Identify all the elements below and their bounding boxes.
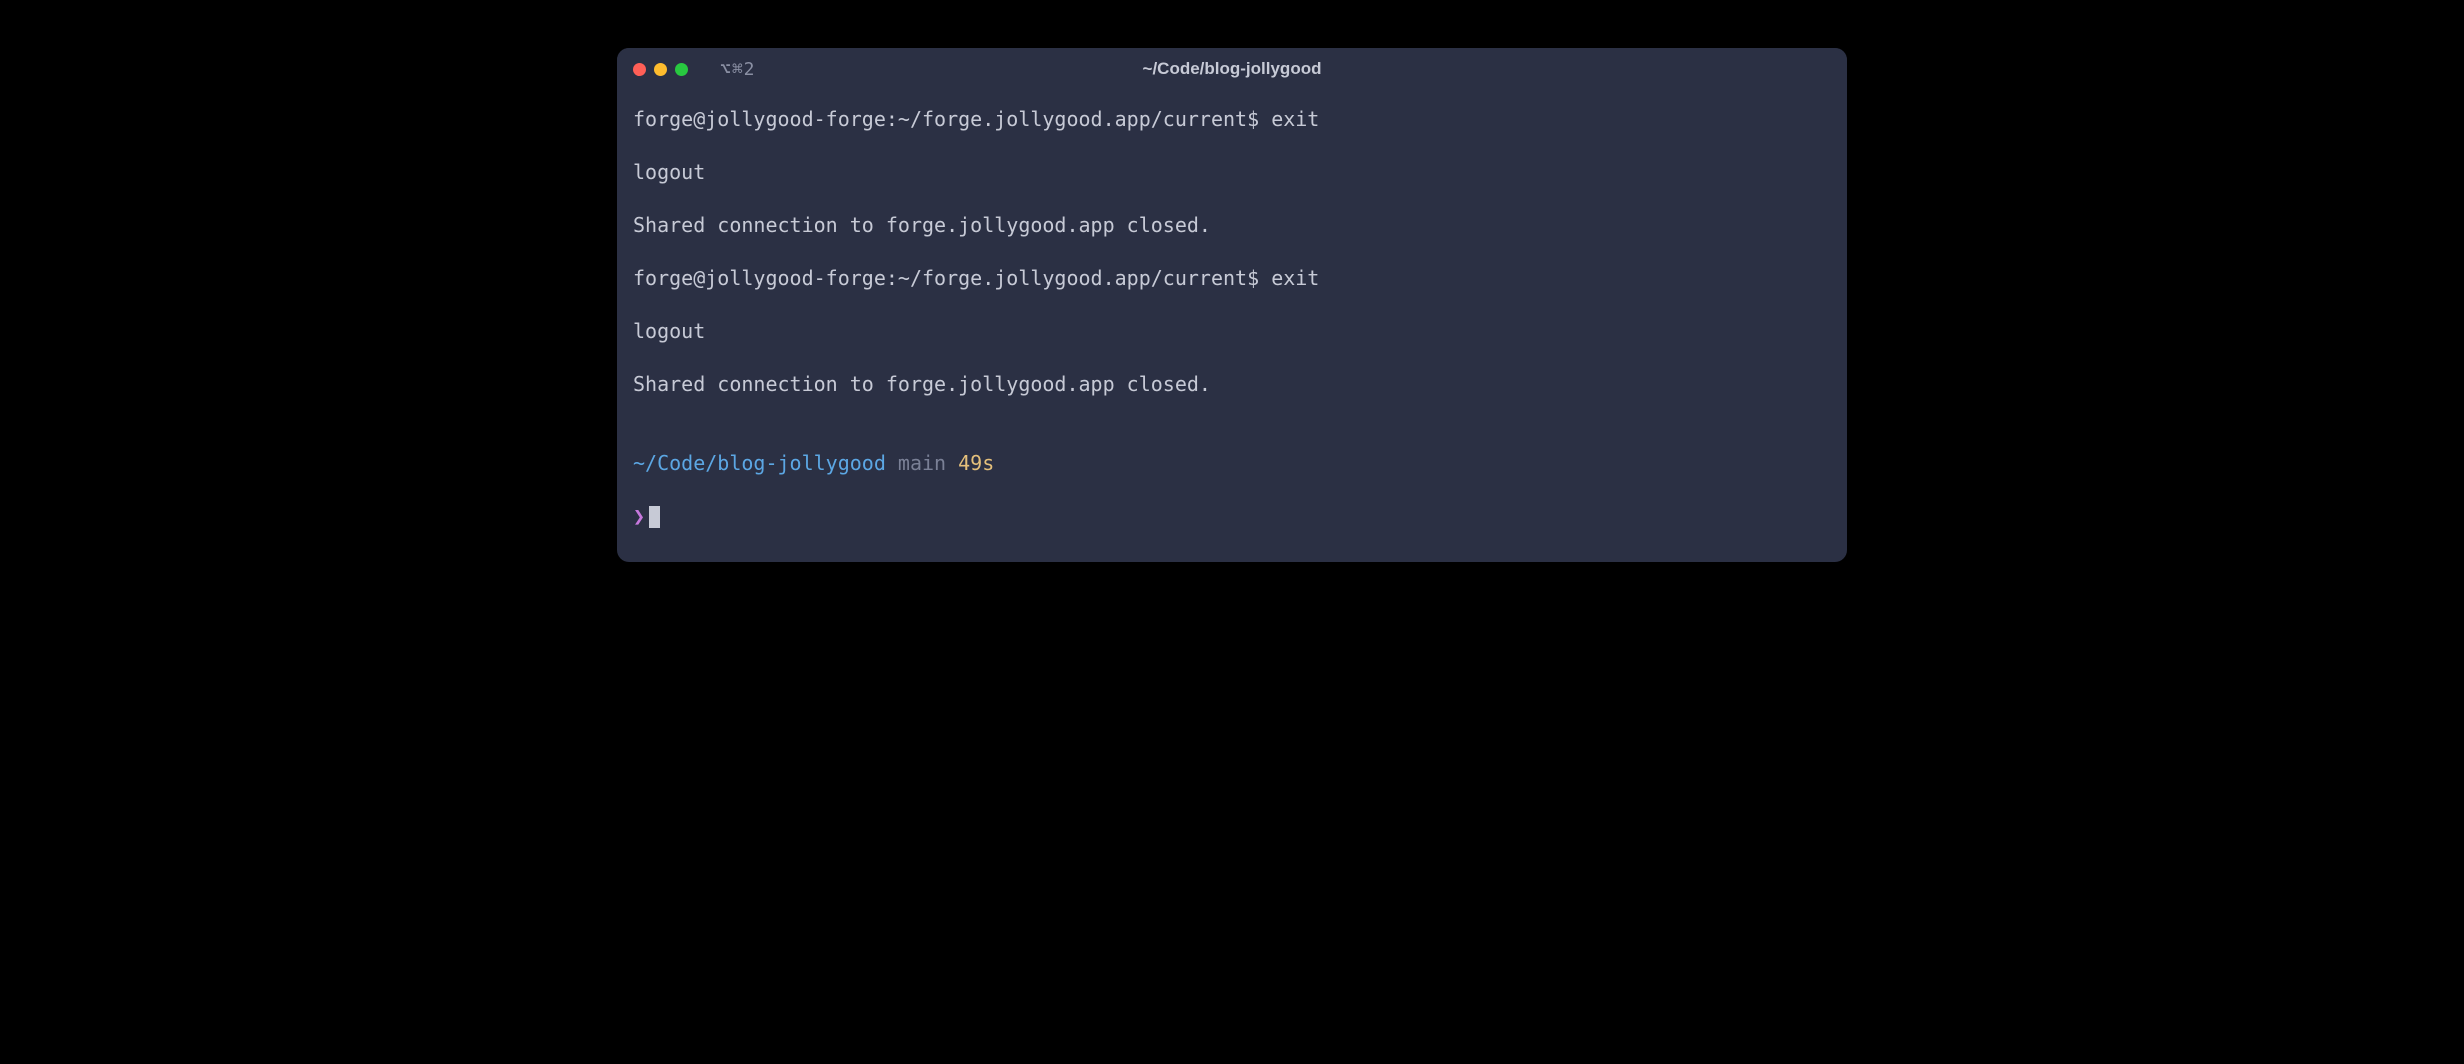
close-button[interactable]: [633, 63, 646, 76]
titlebar: ⌥⌘2 ~/Code/blog-jollygood: [617, 48, 1847, 90]
prompt-branch: main: [898, 451, 946, 475]
traffic-lights: [633, 63, 688, 76]
cursor: [649, 506, 660, 528]
terminal-line: forge@jollygood-forge:~/forge.jollygood.…: [633, 265, 1831, 292]
terminal-line: Shared connection to forge.jollygood.app…: [633, 212, 1831, 239]
terminal-line: forge@jollygood-forge:~/forge.jollygood.…: [633, 106, 1831, 133]
command-text: exit: [1271, 266, 1319, 290]
prompt-duration: 49s: [958, 451, 994, 475]
tab-indicator: ⌥⌘2: [720, 59, 756, 80]
terminal-line: Shared connection to forge.jollygood.app…: [633, 371, 1831, 398]
terminal-body[interactable]: forge@jollygood-forge:~/forge.jollygood.…: [617, 90, 1847, 562]
window-title: ~/Code/blog-jollygood: [1143, 59, 1322, 79]
terminal-window: ⌥⌘2 ~/Code/blog-jollygood forge@jollygoo…: [617, 48, 1847, 562]
minimize-button[interactable]: [654, 63, 667, 76]
prompt-status-line: ~/Code/blog-jollygood main 49s: [633, 450, 1831, 477]
blank-line: [633, 424, 1831, 450]
prompt-symbol: ❯: [633, 504, 645, 528]
terminal-line: logout: [633, 318, 1831, 345]
command-text: exit: [1271, 107, 1319, 131]
remote-prompt: forge@jollygood-forge:~/forge.jollygood.…: [633, 107, 1271, 131]
prompt-path: ~/Code/blog-jollygood: [633, 451, 886, 475]
prompt-input-line[interactable]: ❯: [633, 503, 1831, 530]
remote-prompt: forge@jollygood-forge:~/forge.jollygood.…: [633, 266, 1271, 290]
maximize-button[interactable]: [675, 63, 688, 76]
terminal-line: logout: [633, 159, 1831, 186]
